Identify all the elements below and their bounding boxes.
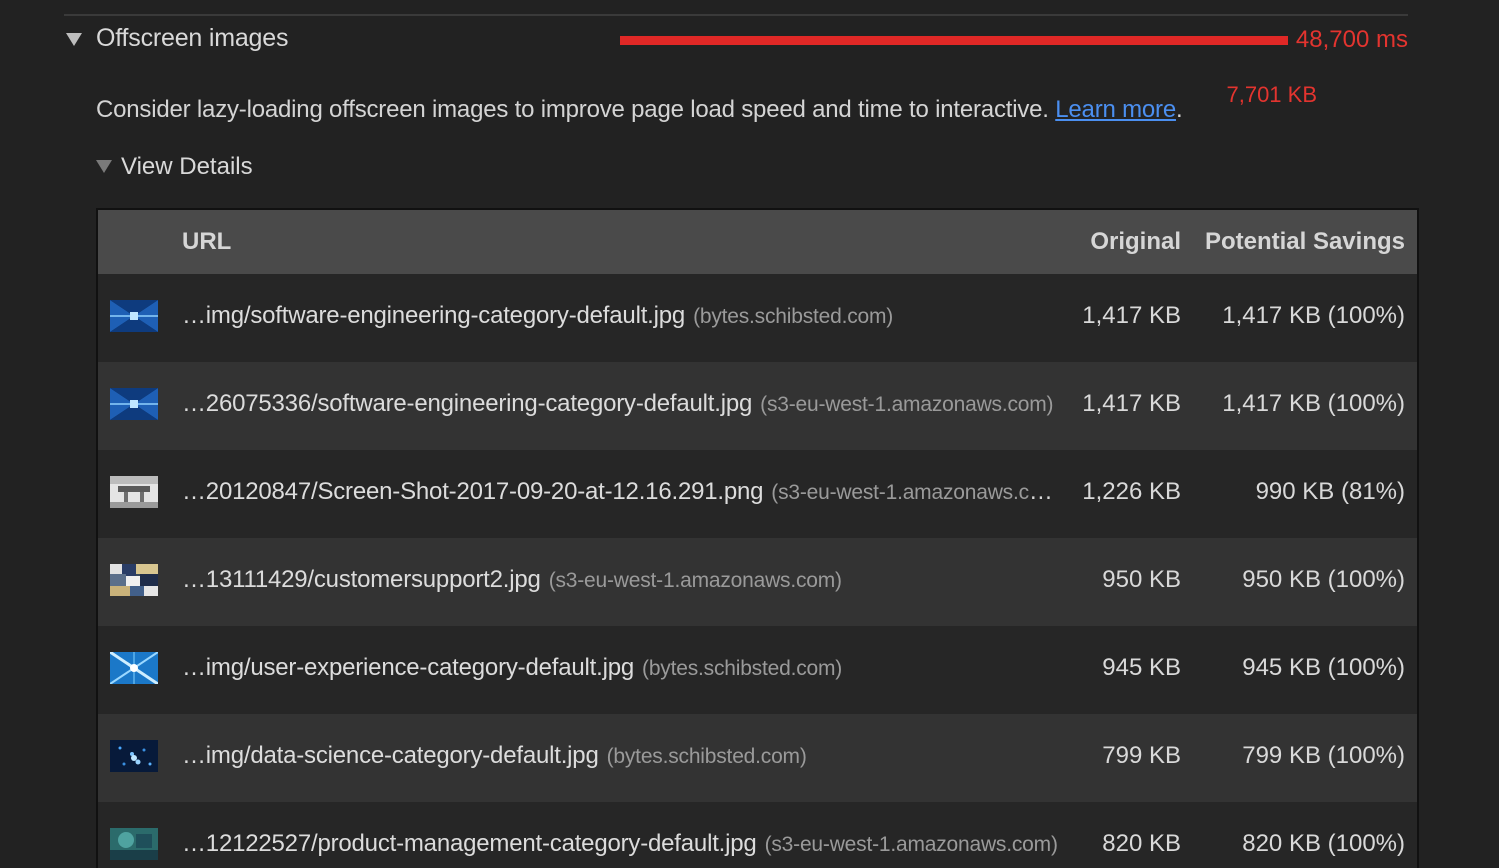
url-link[interactable]: …13111429/customersupport2.jpg (s3-eu-wes… (182, 566, 1058, 594)
url-path: …13111429/customersupport2.jpg (182, 566, 541, 593)
table-row: …img/user-experience-category-default.jp… (98, 626, 1417, 714)
url-link[interactable]: …img/user-experience-category-default.jp… (182, 654, 1058, 682)
audit-header[interactable]: Offscreen images 48,700 ms 7,701 KB (64, 24, 1408, 107)
potential-savings: 950 KB (100%) (1242, 566, 1405, 593)
url-link[interactable]: …26075336/software-engineering-category-… (182, 390, 1058, 418)
image-thumbnail (110, 652, 158, 684)
description-text: Consider lazy-loading offscreen images t… (96, 96, 1049, 123)
potential-savings: 990 KB (81%) (1255, 478, 1405, 505)
original-size: 1,417 KB (1082, 390, 1181, 417)
url-link[interactable]: …img/data-science-category-default.jpg (b… (182, 742, 1058, 770)
original-size: 1,417 KB (1082, 302, 1181, 329)
original-size: 799 KB (1102, 742, 1181, 769)
learn-more-link[interactable]: Learn more (1055, 96, 1176, 123)
url-host: (s3-eu-west-1.amazonaws.com) (771, 481, 1058, 504)
image-thumbnail (110, 828, 158, 860)
url-host: (s3-eu-west-1.amazonaws.com) (764, 833, 1058, 856)
image-thumbnail (110, 300, 158, 332)
url-host: (s3-eu-west-1.amazonaws.com) (548, 569, 842, 592)
table-row: …img/software-engineering-category-defau… (98, 274, 1417, 362)
url-host: (bytes.schibsted.com) (606, 745, 807, 768)
url-link[interactable]: …12122527/product-management-category-de… (182, 830, 1058, 858)
table-row: …26075336/software-engineering-category-… (98, 362, 1417, 450)
audit-title: Offscreen images (96, 24, 289, 52)
audit-description: Consider lazy-loading offscreen images t… (96, 96, 1183, 124)
url-host: (bytes.schibsted.com) (642, 657, 843, 680)
url-path: …20120847/Screen-Shot-2017-09-20-at-12.1… (182, 478, 764, 505)
table-row: …13111429/customersupport2.jpg (s3-eu-wes… (98, 538, 1417, 626)
original-size: 950 KB (1102, 566, 1181, 593)
url-path: …26075336/software-engineering-category-… (182, 390, 753, 417)
potential-savings: 1,417 KB (100%) (1222, 302, 1405, 329)
url-path: …img/software-engineering-category-defau… (182, 302, 686, 329)
image-thumbnail (110, 388, 158, 420)
url-path: …img/data-science-category-default.jpg (182, 742, 599, 769)
table-row: …20120847/Screen-Shot-2017-09-20-at-12.1… (98, 450, 1417, 538)
description-end: . (1175, 96, 1183, 123)
savings-bar (620, 36, 1288, 45)
image-thumbnail (110, 740, 158, 772)
column-header-url: URL (182, 228, 232, 255)
table-row: …img/data-science-category-default.jpg (b… (98, 714, 1417, 802)
view-details-toggle[interactable]: View Details (121, 153, 253, 181)
image-thumbnail (110, 476, 158, 508)
table-row: …12122527/product-management-category-de… (98, 802, 1417, 868)
details-table: URL Original Potential Savings …img/soft… (96, 208, 1419, 868)
column-header-original: Original (1090, 228, 1181, 255)
table-header: URL Original Potential Savings (98, 210, 1417, 274)
url-link[interactable]: …20120847/Screen-Shot-2017-09-20-at-12.1… (182, 478, 1058, 506)
original-size: 820 KB (1102, 830, 1181, 857)
original-size: 945 KB (1102, 654, 1181, 681)
details-triangle-icon[interactable] (96, 160, 112, 173)
collapse-triangle-icon[interactable] (66, 33, 82, 46)
savings-ms: 48,700 ms (1295, 26, 1408, 53)
image-thumbnail (110, 564, 158, 596)
potential-savings: 1,417 KB (100%) (1222, 390, 1405, 417)
url-host: (bytes.schibsted.com) (693, 305, 894, 328)
potential-savings: 799 KB (100%) (1242, 742, 1405, 769)
url-link[interactable]: …img/software-engineering-category-defau… (182, 302, 1058, 330)
section-divider (64, 14, 1408, 16)
savings-kb: 7,701 KB (1226, 82, 1317, 107)
table-body: …img/software-engineering-category-defau… (98, 274, 1417, 868)
url-path: …12122527/product-management-category-de… (182, 830, 757, 857)
original-size: 1,226 KB (1082, 478, 1181, 505)
potential-savings: 820 KB (100%) (1242, 830, 1405, 857)
url-path: …img/user-experience-category-default.jp… (182, 654, 635, 681)
url-host: (s3-eu-west-1.amazonaws.com) (760, 393, 1054, 416)
potential-savings: 945 KB (100%) (1242, 654, 1405, 681)
column-header-savings: Potential Savings (1204, 228, 1405, 255)
